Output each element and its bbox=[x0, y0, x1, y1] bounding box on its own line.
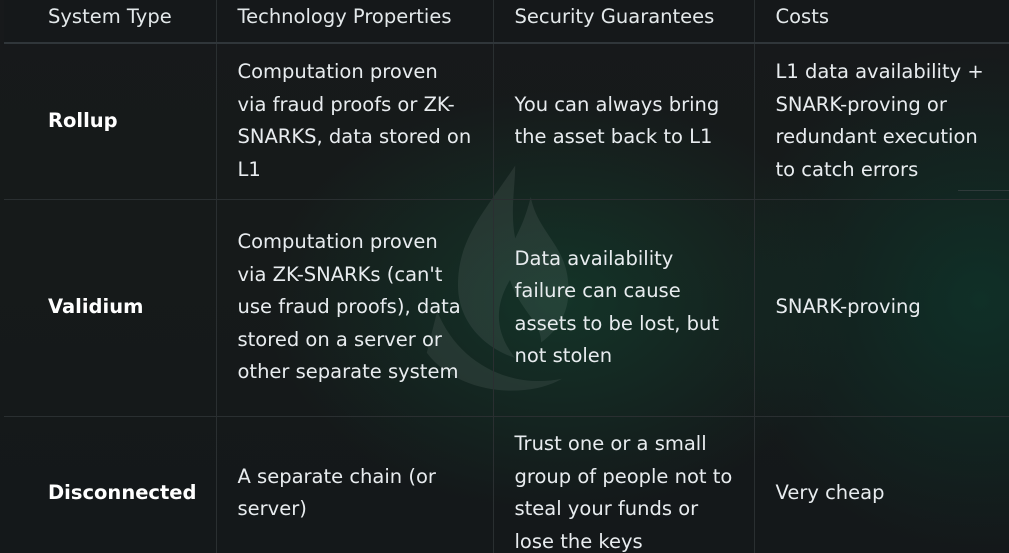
costs-cell: Very cheap bbox=[753, 416, 1009, 553]
table-row: Rollup Computation proven via fraud proo… bbox=[4, 43, 1009, 199]
table-row: Disconnected A separate chain (or server… bbox=[4, 416, 1009, 553]
system-type-cell: Disconnected bbox=[48, 480, 197, 504]
security-cell: Trust one or a small group of people not… bbox=[492, 416, 754, 553]
header-security-guarantees: Security Guarantees bbox=[492, 0, 754, 43]
table-row: Validium Computation proven via ZK-SNARK… bbox=[4, 199, 1009, 416]
technology-cell: Computation proven via ZK-SNARKs (can't … bbox=[215, 199, 493, 416]
table-header-row: System Type Technology Properties Securi… bbox=[4, 0, 1009, 43]
costs-cell: SNARK-proving bbox=[753, 199, 1009, 416]
system-type-cell: Rollup bbox=[48, 109, 118, 132]
technology-cell: A separate chain (or server) bbox=[215, 416, 493, 553]
header-system-type: System Type bbox=[48, 5, 172, 28]
security-cell: Data availability failure can cause asse… bbox=[492, 199, 754, 416]
technology-cell: Computation proven via fraud proofs or Z… bbox=[215, 43, 493, 199]
comparison-table-view: System Type Technology Properties Securi… bbox=[0, 0, 1009, 553]
system-comparison-table: System Type Technology Properties Securi… bbox=[4, 0, 1009, 553]
security-cell: You can always bring the asset back to L… bbox=[492, 43, 754, 199]
system-type-cell: Validium bbox=[48, 295, 144, 319]
costs-cell: L1 data availability + SNARK-proving or … bbox=[753, 43, 1009, 199]
header-technology-properties: Technology Properties bbox=[215, 0, 493, 43]
header-costs: Costs bbox=[753, 0, 1009, 43]
